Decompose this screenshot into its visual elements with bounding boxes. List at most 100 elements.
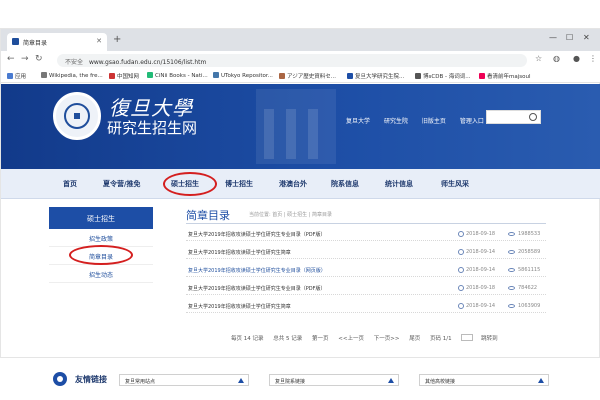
eye-icon bbox=[508, 304, 515, 308]
breadcrumb: 当前位置: 首页 | 硕士招生 | 简章目录 bbox=[249, 212, 333, 218]
university-seal-logo[interactable] bbox=[53, 92, 101, 140]
search-input[interactable] bbox=[486, 110, 541, 124]
search-icon[interactable] bbox=[529, 113, 537, 121]
list-item-title[interactable]: 复旦大学2019年招收攻读硕士学位研究生简章 bbox=[188, 303, 291, 310]
url-text: www.gsao.fudan.edu.cn/15106/list.htm bbox=[88, 59, 207, 66]
extension-icon[interactable]: ◍ bbox=[553, 54, 560, 63]
bookmark-item[interactable]: 看清前年majsoul bbox=[479, 72, 531, 80]
triangle-up-icon bbox=[238, 378, 244, 383]
bookmark-item[interactable]: Wikipedia, the fre... bbox=[41, 72, 103, 79]
bookmarks-bar: 应用 Wikipedia, the fre... 中国知网 CiNii Book… bbox=[1, 69, 600, 83]
bookmark-item[interactable]: 应用 bbox=[7, 72, 26, 80]
building-background bbox=[256, 89, 336, 164]
sidebar-item-news[interactable]: 招生动态 bbox=[49, 265, 153, 283]
eye-icon bbox=[508, 250, 515, 254]
friend-links-title: 友情链接 bbox=[75, 375, 107, 384]
pager-last[interactable]: 尾页 bbox=[409, 336, 420, 342]
list-item-views: 2058589 bbox=[518, 249, 541, 255]
clock-icon bbox=[458, 249, 464, 255]
screenshot-frame: 简章目录 ✕ + — ☐ ✕ ← → ↻ 不安全 www.gsao.fudan.… bbox=[0, 0, 600, 400]
close-window-icon[interactable]: ✕ bbox=[583, 33, 590, 42]
page-title: 简章目录 bbox=[186, 209, 230, 222]
triangle-up-icon bbox=[538, 378, 544, 383]
site-banner: 復旦大學 研究生招生网 复旦大学 研究生院 旧版主页 管理入口 bbox=[1, 84, 600, 169]
tab-title: 简章目录 bbox=[23, 40, 48, 47]
nav-item-home[interactable]: 首页 bbox=[63, 179, 77, 189]
bookmark-item[interactable]: 中国知网 bbox=[109, 72, 139, 80]
forward-icon[interactable]: → bbox=[21, 54, 29, 64]
minimize-icon[interactable]: — bbox=[549, 33, 557, 42]
list-item-date: 2018-09-14 bbox=[466, 267, 496, 273]
address-bar[interactable]: 不安全 www.gsao.fudan.edu.cn/15106/list.htm bbox=[57, 54, 527, 67]
bookmark-item[interactable]: アジア歴史資料セ... bbox=[279, 72, 336, 80]
tab-strip: 简章目录 ✕ + — ☐ ✕ bbox=[1, 29, 600, 51]
eye-icon bbox=[508, 268, 515, 272]
red-highlight-circle bbox=[69, 245, 133, 265]
list-item[interactable]: 复旦大学2019年招收攻读硕士学位研究生专业目录（PDF版） 2018-09-1… bbox=[186, 227, 546, 241]
browser-tab[interactable]: 简章目录 ✕ bbox=[7, 33, 107, 51]
list-item-date: 2018-09-18 bbox=[466, 231, 496, 237]
top-links: 复旦大学 研究生院 旧版主页 管理入口 bbox=[346, 116, 496, 125]
new-tab-icon[interactable]: + bbox=[113, 34, 121, 45]
pager-total: 总共 5 记录 bbox=[273, 336, 303, 342]
sidebar-header: 硕士招生 bbox=[49, 207, 153, 229]
pager-per-page: 每页 14 记录 bbox=[231, 336, 264, 342]
pager-prev[interactable]: <<上一页 bbox=[338, 336, 364, 342]
bookmark-item[interactable]: 博sCDB - 海词词... bbox=[415, 72, 470, 80]
nav-item-summer-camp[interactable]: 夏令营/推免 bbox=[103, 179, 141, 189]
top-link[interactable]: 管理入口 bbox=[460, 118, 484, 125]
top-link[interactable]: 复旦大学 bbox=[346, 118, 370, 125]
list-item-views: 784622 bbox=[518, 285, 538, 291]
pager-next[interactable]: 下一页>> bbox=[374, 336, 400, 342]
list-item[interactable]: 复旦大学2019年招收攻读硕士学位研究生专业目录（网页版） 2018-09-14… bbox=[186, 263, 546, 277]
bookmark-item[interactable]: 复旦大学研究生院... bbox=[347, 72, 404, 80]
friend-links: 友情链接 复旦常用站点 复旦院系链接 其他高校链接 bbox=[49, 369, 569, 389]
nav-item-style[interactable]: 师生风采 bbox=[441, 179, 469, 189]
main-nav: 首页 夏令营/推免 硕士招生 博士招生 港澳台外 院系信息 统计信息 师生风采 bbox=[1, 169, 600, 199]
list-item-title[interactable]: 复旦大学2019年招收攻读硕士学位研究生专业目录（PDF版） bbox=[188, 231, 325, 238]
clock-icon bbox=[458, 285, 464, 291]
link-icon bbox=[53, 372, 67, 386]
clock-icon bbox=[458, 231, 464, 237]
list-item-date: 2018-09-14 bbox=[466, 249, 496, 255]
friend-link-select[interactable]: 复旦常用站点 bbox=[119, 374, 249, 386]
page-jump-input[interactable] bbox=[461, 334, 474, 341]
eye-icon bbox=[508, 286, 515, 290]
top-link[interactable]: 旧版主页 bbox=[422, 118, 446, 125]
list-item-title[interactable]: 复旦大学2019年招收攻读硕士学位研究生专业目录（网页版） bbox=[188, 267, 326, 274]
bookmark-item[interactable]: UTokyo Repositor... bbox=[213, 72, 273, 79]
nav-item-hk-macau-tw[interactable]: 港澳台外 bbox=[279, 179, 307, 189]
pager-go[interactable]: 跳转到 bbox=[481, 336, 498, 342]
star-icon[interactable]: ☆ bbox=[535, 54, 542, 63]
red-highlight-circle bbox=[163, 172, 217, 196]
menu-icon[interactable]: ⋮ bbox=[589, 54, 597, 63]
list-item-views: 1063909 bbox=[518, 303, 541, 309]
list-item[interactable]: 复旦大学2019年招收攻读硕士学位研究生简章 2018-09-14 106390… bbox=[186, 299, 546, 313]
nav-item-phd[interactable]: 博士招生 bbox=[225, 179, 253, 189]
pager-page-of: 页码 1/1 bbox=[429, 336, 452, 342]
favicon-icon bbox=[12, 38, 19, 45]
security-indicator[interactable]: 不安全 bbox=[65, 59, 83, 66]
site-name: 研究生招生网 bbox=[107, 119, 198, 137]
list-item[interactable]: 复旦大学2019年招收攻读硕士学位研究生简章 2018-09-14 205858… bbox=[186, 245, 546, 259]
list-item-views: 5861115 bbox=[518, 267, 541, 273]
list-item-date: 2018-09-14 bbox=[466, 303, 496, 309]
friend-link-select[interactable]: 其他高校链接 bbox=[419, 374, 549, 386]
clock-icon bbox=[458, 303, 464, 309]
back-icon[interactable]: ← bbox=[7, 54, 15, 64]
maximize-icon[interactable]: ☐ bbox=[566, 33, 573, 42]
close-tab-icon[interactable]: ✕ bbox=[96, 37, 102, 45]
bookmark-item[interactable]: CiNii Books - Nati... bbox=[147, 72, 208, 79]
nav-item-statistics[interactable]: 统计信息 bbox=[385, 179, 413, 189]
reload-icon[interactable]: ↻ bbox=[35, 54, 43, 64]
list-item-title[interactable]: 复旦大学2019年招收攻读硕士学位研究生简章 bbox=[188, 249, 291, 256]
profile-icon[interactable]: ● bbox=[573, 54, 580, 63]
nav-item-departments[interactable]: 院系信息 bbox=[331, 179, 359, 189]
pager-first[interactable]: 第一页 bbox=[312, 336, 329, 342]
friend-link-select[interactable]: 复旦院系链接 bbox=[269, 374, 399, 386]
eye-icon bbox=[508, 232, 515, 236]
list-item[interactable]: 复旦大学2019年招收攻读硕士学位研究生专业目录（PDF版） 2018-09-1… bbox=[186, 281, 546, 295]
top-link[interactable]: 研究生院 bbox=[384, 118, 408, 125]
pagination: 每页 14 记录 总共 5 记录 第一页 <<上一页 下一页>> 尾页 页码 1… bbox=[231, 334, 506, 342]
list-item-title[interactable]: 复旦大学2019年招收攻读硕士学位研究生专业目录（PDF版） bbox=[188, 285, 325, 292]
